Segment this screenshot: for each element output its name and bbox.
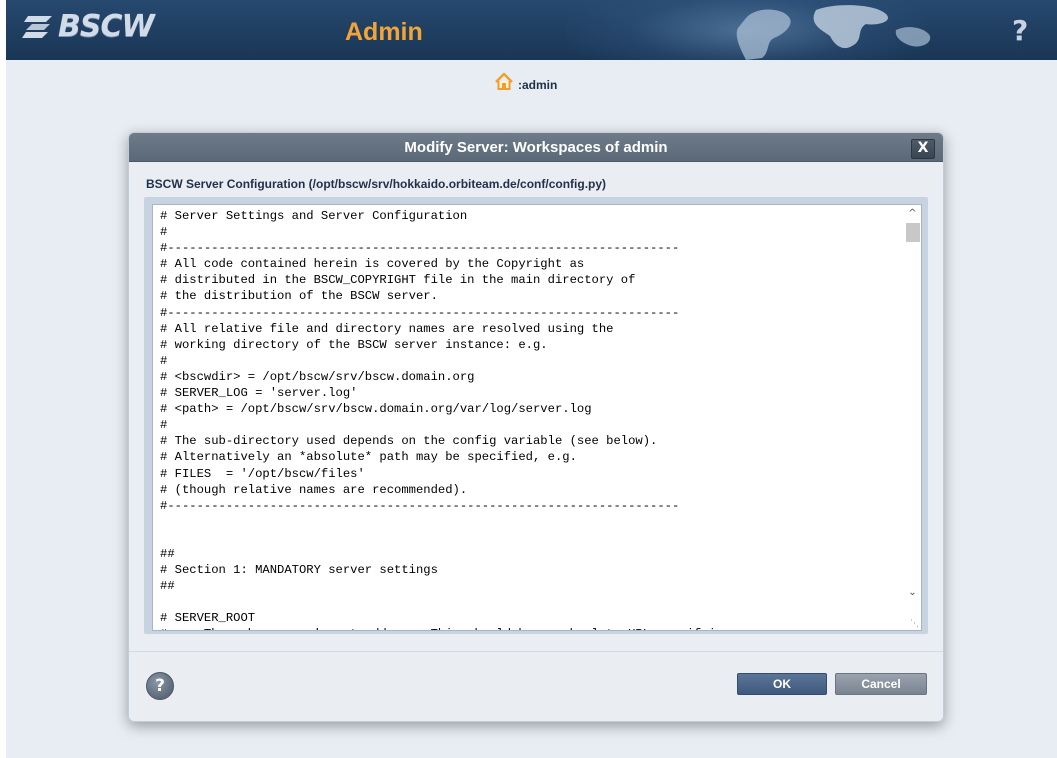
logo-mark-icon [22,16,52,38]
dialog-header[interactable]: Modify Server: Workspaces of admin X [129,133,943,162]
editor-frame: # Server Settings and Server Configurati… [144,197,928,634]
bscw-logo[interactable]: BSCW [22,8,155,44]
vertical-scrollbar[interactable]: ^ ⌄ [904,205,921,630]
app-title: Admin [345,18,423,46]
modify-server-dialog: Modify Server: Workspaces of admin X BSC… [128,132,944,722]
config-text[interactable]: # Server Settings and Server Configurati… [160,208,730,630]
ok-button[interactable]: OK [737,673,827,695]
logo-text: BSCW [58,8,155,44]
resize-grip-icon[interactable]: ⋱ [909,618,919,628]
scrollbar-thumb[interactable] [906,223,920,242]
scroll-down-icon[interactable]: ⌄ [904,586,921,600]
top-banner: BSCW Admin ? [6,0,1057,60]
cancel-button[interactable]: Cancel [835,673,927,695]
dialog-title: Modify Server: Workspaces of admin [404,139,668,156]
home-icon[interactable] [494,72,514,92]
help-icon[interactable]: ? [1012,14,1028,47]
footer-divider [129,651,943,652]
breadcrumb-admin[interactable]: :admin [518,78,557,92]
close-button[interactable]: X [911,139,935,159]
config-textarea[interactable]: # Server Settings and Server Configurati… [152,204,922,631]
dialog-help-button[interactable]: ? [146,672,174,700]
world-map-icon [736,5,931,60]
scroll-up-icon[interactable]: ^ [904,207,921,221]
config-field-label: BSCW Server Configuration (/opt/bscw/srv… [146,177,607,191]
breadcrumb: :admin [494,72,557,92]
